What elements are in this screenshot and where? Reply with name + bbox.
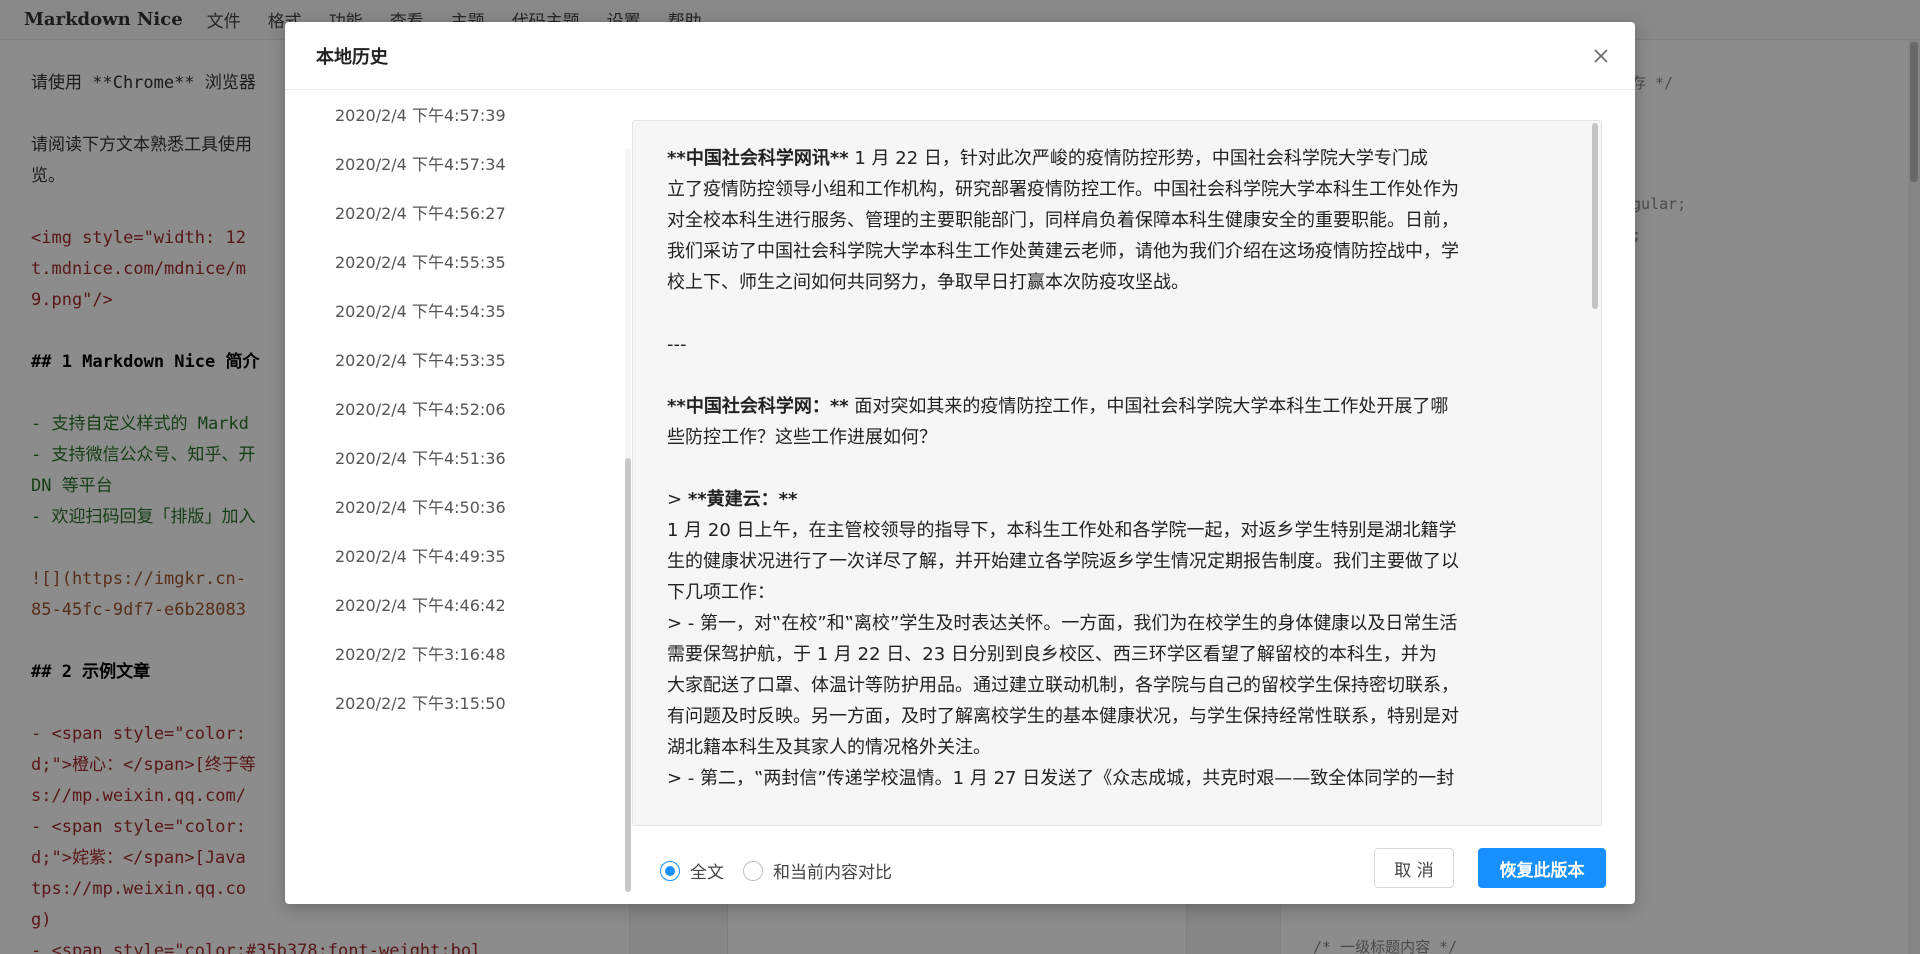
version-content-viewer[interactable]: **中国社会科学网讯** 1 月 22 日，针对此次严峻的疫情防控形势，中国社会…	[632, 120, 1602, 826]
content-line: **中国社会科学网：** 面对突如其来的疫情防控工作，中国社会科学院大学本科生工…	[667, 396, 1449, 417]
close-button[interactable]	[1587, 42, 1615, 70]
content-line	[667, 360, 1567, 391]
history-item[interactable]: 2020/2/2 下午3:16:48	[335, 641, 506, 665]
cancel-button[interactable]: 取 消	[1374, 848, 1454, 888]
content-line: > - 第二，‟两封信”传递学校温情。1 月 27 日发送了《众志成城，共克时艰…	[667, 768, 1455, 789]
restore-version-button[interactable]: 恢复此版本	[1478, 848, 1606, 888]
content-line: **中国社会科学网讯** 1 月 22 日，针对此次严峻的疫情防控形势，中国社会…	[667, 148, 1428, 169]
content-line: 大家配送了口罩、体温计等防护用品。通过建立联动机制，各学院与自己的留校学生保持密…	[667, 675, 1459, 696]
content-line: 对全校本科生进行服务、管理的主要职能部门，同样肩负着保障本科生健康安全的重要职能…	[667, 210, 1459, 231]
content-line: > **黄建云：**	[667, 489, 798, 510]
history-item[interactable]: 2020/2/4 下午4:49:35	[335, 543, 506, 567]
content-line: 些防控工作？这些工作进展如何？	[667, 427, 937, 448]
radio-compare[interactable]: 和当前内容对比	[743, 858, 892, 883]
content-line: 生的健康状况进行了一次详尽了解，并开始建立各学院返乡学生情况定期报告制度。我们主…	[667, 551, 1459, 572]
history-item[interactable]: 2020/2/2 下午3:15:50	[335, 690, 506, 714]
local-history-dialog: 本地历史 2020/2/4 下午4:57:39 2020/2/4 下午4:57:3…	[285, 22, 1635, 904]
history-item[interactable]: 2020/2/4 下午4:53:35	[335, 347, 506, 371]
content-line: 我们采访了中国社会科学院大学本科生工作处黄建云老师，请他为我们介绍在这场疫情防控…	[667, 241, 1459, 262]
history-item[interactable]: 2020/2/4 下午4:46:42	[335, 592, 506, 616]
content-scrollbar[interactable]	[1592, 123, 1598, 823]
dialog-footer: 全文 和当前内容对比 取 消 恢复此版本	[285, 834, 1635, 894]
history-scrollbar-thumb[interactable]	[625, 458, 631, 892]
content-line: 湖北籍本科生及其家人的情况格外关注。	[667, 737, 991, 758]
history-item[interactable]: 2020/2/4 下午4:54:35	[335, 298, 506, 322]
history-item[interactable]: 2020/2/4 下午4:57:34	[335, 151, 506, 175]
content-line: 校上下、师生之间如何共同努力，争取早日打赢本次防疫攻坚战。	[667, 272, 1189, 293]
content-line: ---	[667, 334, 687, 355]
content-line	[667, 298, 1567, 329]
history-item[interactable]: 2020/2/4 下午4:50:36	[335, 494, 506, 518]
content-line: 有问题及时反映。另一方面，及时了解离校学生的基本健康状况，与学生保持经常性联系，…	[667, 706, 1459, 727]
history-item[interactable]: 2020/2/4 下午4:52:06	[335, 396, 506, 420]
close-icon	[1594, 49, 1608, 63]
history-item[interactable]: 2020/2/4 下午4:51:36	[335, 445, 506, 469]
dialog-header: 本地历史	[285, 22, 1635, 90]
history-item[interactable]: 2020/2/4 下午4:57:39	[335, 102, 506, 126]
radio-full-text-label: 全文	[690, 863, 724, 883]
radio-compare-label: 和当前内容对比	[773, 863, 892, 883]
history-item[interactable]: 2020/2/4 下午4:56:27	[335, 200, 506, 224]
content-line: 1 月 20 日上午，在主管校领导的指导下，本科生工作处和各学院一起，对返乡学生…	[667, 520, 1457, 541]
history-list[interactable]: 2020/2/4 下午4:57:39 2020/2/4 下午4:57:34 2020…	[285, 90, 625, 890]
history-item[interactable]: 2020/2/4 下午4:55:35	[335, 249, 506, 273]
radio-full-text[interactable]: 全文	[660, 858, 724, 883]
content-line: 立了疫情防控领导小组和工作机构，研究部署疫情防控工作。中国社会科学院大学本科生工…	[667, 179, 1459, 200]
content-line: 下几项工作：	[667, 582, 775, 603]
dialog-title: 本地历史	[316, 46, 388, 68]
radio-checked-icon	[660, 860, 680, 881]
content-line: > - 第一，对‟在校”和‟离校”学生及时表达关怀。一方面，我们为在校学生的身体…	[667, 613, 1458, 634]
content-line	[667, 453, 1567, 484]
content-scrollbar-thumb[interactable]	[1592, 123, 1598, 309]
radio-unchecked-icon	[743, 860, 763, 881]
content-line: 需要保驾护航，于 1 月 22 日、23 日分别到良乡校区、西三环学区看望了解留…	[667, 644, 1437, 665]
history-scrollbar[interactable]	[625, 148, 631, 892]
version-content: **中国社会科学网讯** 1 月 22 日，针对此次严峻的疫情防控形势，中国社会…	[667, 143, 1567, 794]
